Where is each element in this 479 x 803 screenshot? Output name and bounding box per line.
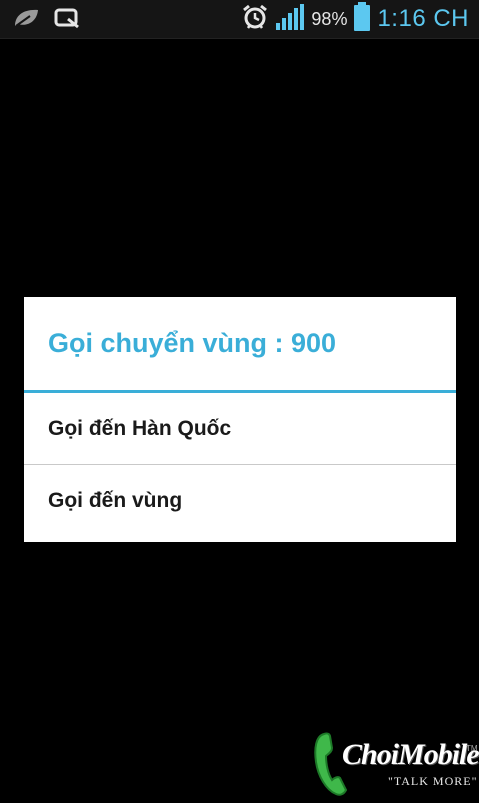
dialog-title: Gọi chuyển vùng : 900 xyxy=(24,297,456,393)
leaf-icon xyxy=(12,7,40,34)
alarm-clock-icon xyxy=(241,3,269,36)
watermark-logo: ChoiMobile TM "TALK MORE" xyxy=(306,728,479,799)
option-call-korea[interactable]: Gọi đến Hàn Quốc xyxy=(24,393,456,465)
status-bar: 98% 1:16 CH xyxy=(0,0,479,39)
battery-icon xyxy=(353,1,371,37)
watermark-tagline: "TALK MORE" xyxy=(388,774,478,788)
battery-percent: 98% xyxy=(311,8,348,29)
watermark-brand: ChoiMobile xyxy=(342,738,479,771)
roaming-call-dialog: Gọi chuyển vùng : 900 Gọi đến Hàn Quốc G… xyxy=(24,297,456,542)
option-call-region[interactable]: Gọi đến vùng xyxy=(24,465,456,537)
watermark-tm: TM xyxy=(466,744,478,753)
signal-bars-icon xyxy=(275,3,305,36)
qslide-icon xyxy=(54,7,80,34)
clock-time: 1:16 CH xyxy=(377,5,469,32)
status-bar-left xyxy=(12,7,80,34)
status-bar-right: 98% 1:16 CH xyxy=(241,1,469,37)
